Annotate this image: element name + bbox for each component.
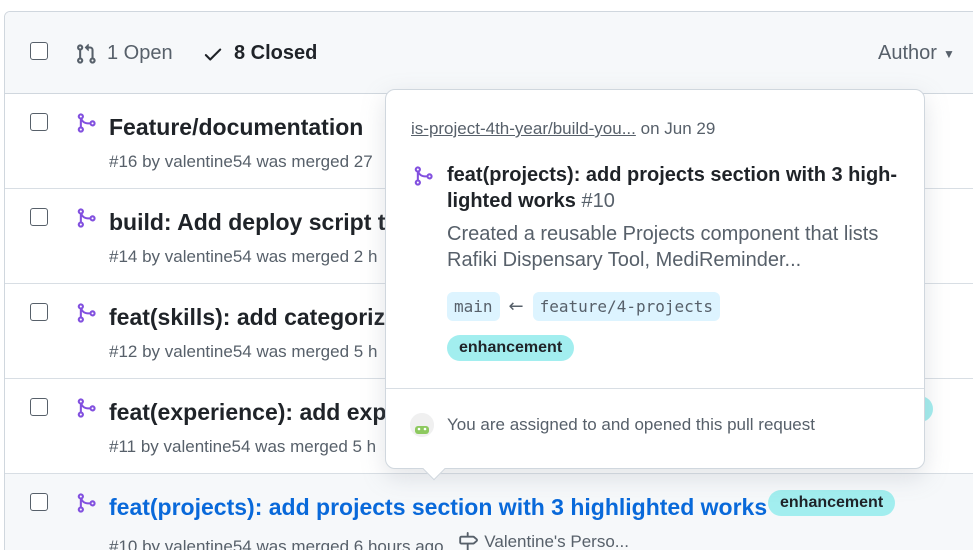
milestone-link[interactable]: Valentine's Perso... — [458, 532, 629, 550]
hovercard-repo-line: is-project-4th-year/build-you... on Jun … — [411, 119, 715, 139]
row-checkbox[interactable] — [30, 208, 48, 226]
author-label: Author — [878, 42, 937, 64]
label-badge[interactable]: enhancement — [447, 335, 575, 361]
merged-icon — [414, 166, 433, 186]
author-filter-dropdown[interactable]: Author ▼ — [878, 42, 955, 65]
pr-title-link[interactable]: feat(projects): add projects section wit… — [109, 494, 767, 521]
hovercard-branches: main ← feature/4-projects — [447, 292, 721, 321]
pr-hovercard: is-project-4th-year/build-you... on Jun … — [385, 89, 925, 481]
divider — [386, 388, 924, 389]
pull-request-icon — [77, 43, 96, 64]
base-branch: main — [447, 292, 500, 321]
milestone-icon — [459, 532, 479, 550]
milestone-label: Valentine's Perso... — [484, 532, 629, 550]
pr-meta: #10 by valentine54 was merged 6 hours ag… — [109, 532, 629, 550]
closed-filter-link[interactable]: 8 Closed — [202, 42, 317, 65]
list-item: feat(projects): add projects section wit… — [5, 474, 973, 550]
select-all-checkbox[interactable] — [30, 42, 48, 60]
pr-meta: #14 by valentine54 was merged 2 h — [109, 247, 378, 266]
pr-meta: #11 by valentine54 was merged 5 h — [109, 437, 377, 456]
closed-count: 8 Closed — [234, 42, 318, 64]
arrow-left-icon: ← — [508, 296, 524, 317]
pr-title-link[interactable]: feat(skills): add categorize — [109, 304, 398, 331]
head-branch: feature/4-projects — [532, 292, 721, 321]
pr-meta: #16 by valentine54 was merged 27 — [109, 152, 373, 171]
merged-icon — [77, 113, 96, 133]
repo-link[interactable]: is-project-4th-year/build-you... — [411, 119, 636, 138]
label-badge[interactable]: enhancement — [768, 490, 896, 516]
row-checkbox[interactable] — [30, 303, 48, 321]
pr-title-link[interactable]: Feature/documentation — [109, 114, 363, 141]
pr-meta-text: #10 by valentine54 was merged 6 hours ag… — [109, 537, 444, 550]
merged-icon — [77, 398, 96, 418]
open-filter-link[interactable]: 1 Open — [75, 42, 173, 65]
check-icon — [204, 48, 222, 61]
hovercard-pr-number: #10 — [581, 190, 615, 212]
hovercard-title-text: feat(projects): add projects section wit… — [447, 164, 898, 212]
row-checkbox[interactable] — [30, 493, 48, 511]
merged-icon — [77, 208, 96, 228]
avatar — [410, 413, 434, 437]
pr-title-link[interactable]: build: Add deploy script t — [109, 209, 385, 236]
hovercard-date: on Jun 29 — [640, 119, 716, 138]
merged-icon — [77, 493, 96, 513]
merged-icon — [77, 303, 96, 323]
row-checkbox[interactable] — [30, 398, 48, 416]
caret-down-icon: ▼ — [942, 46, 955, 61]
hovercard-title[interactable]: feat(projects): add projects section wit… — [447, 162, 907, 214]
hovercard-body: Created a reusable Projects component th… — [447, 223, 879, 271]
row-checkbox[interactable] — [30, 113, 48, 131]
open-count: 1 Open — [107, 42, 173, 64]
pr-meta: #12 by valentine54 was merged 5 h — [109, 342, 378, 361]
list-header: 1 Open 8 Closed Author ▼ — [5, 12, 973, 94]
pr-title-link[interactable]: feat(experience): add exp — [109, 399, 386, 426]
hovercard-footer: You are assigned to and opened this pull… — [447, 415, 815, 434]
